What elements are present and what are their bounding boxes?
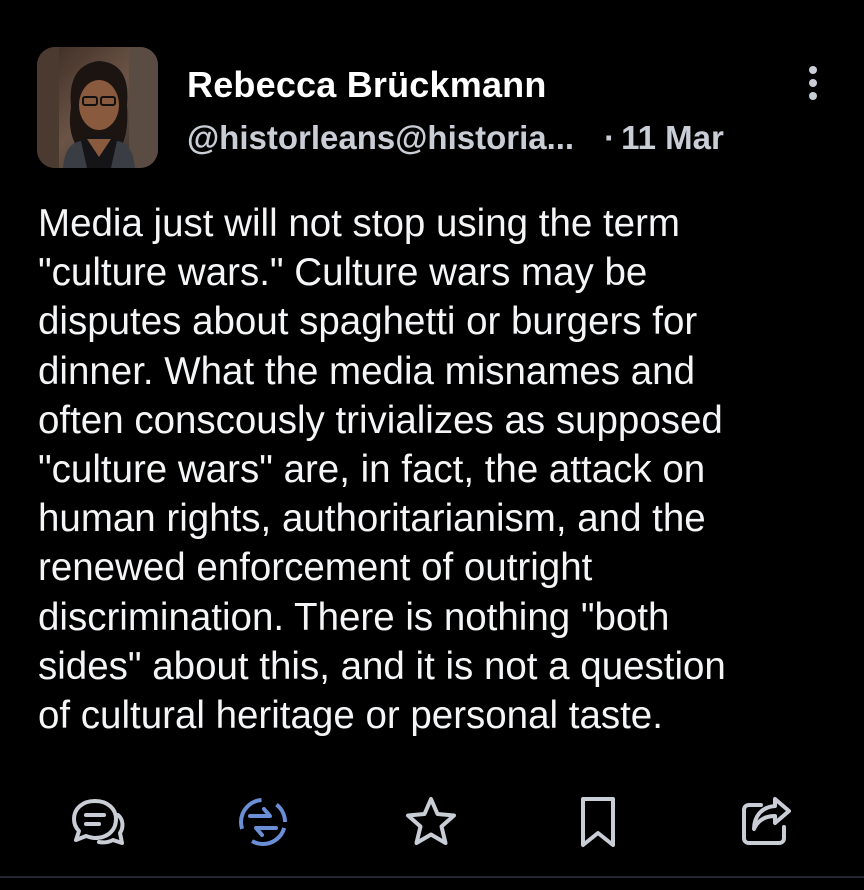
bookmark-icon xyxy=(581,797,615,847)
post-text-line: often conscously trivializes as supposed xyxy=(38,398,723,442)
bookmark-button[interactable] xyxy=(569,793,627,851)
avatar-image xyxy=(37,47,158,168)
post-text-line: human rights, authoritarianism, and the xyxy=(38,497,706,541)
post-text-line: "culture wars" are, in fact, the attack … xyxy=(38,448,706,492)
share-button[interactable] xyxy=(737,793,795,851)
meta-row: @historleans@historia... · 11 Mar xyxy=(187,119,724,157)
post-text-line: disputes about spaghetti or burgers for xyxy=(38,300,698,344)
author-handle[interactable]: @historleans@historia... xyxy=(187,119,574,156)
post-text-line: sides" about this, and it is not a quest… xyxy=(38,644,726,688)
meta-separator: · xyxy=(604,119,616,156)
post-card: Rebecca Brückmann @historleans@historia.… xyxy=(0,0,864,890)
favourite-button[interactable] xyxy=(402,793,460,851)
more-dot-icon xyxy=(809,92,817,100)
post-text-line: "culture wars." Culture wars may be xyxy=(38,251,648,295)
avatar[interactable] xyxy=(37,47,158,168)
more-dot-icon xyxy=(809,79,817,87)
post-timestamp[interactable]: 11 Mar xyxy=(621,119,724,156)
display-name[interactable]: Rebecca Brückmann xyxy=(187,64,547,106)
share-icon xyxy=(742,797,791,845)
boost-button[interactable] xyxy=(234,793,292,851)
post-content: Media just will not stop using the term … xyxy=(38,199,838,740)
reply-icon xyxy=(72,799,125,845)
more-options-button[interactable] xyxy=(796,62,830,102)
bottom-divider xyxy=(0,876,864,878)
reply-button[interactable] xyxy=(68,793,126,851)
post-text-line: discrimination. There is nothing "both xyxy=(38,595,670,639)
post-text-line: renewed enforcement of outright xyxy=(38,546,593,590)
boost-icon xyxy=(239,798,287,846)
more-dot-icon xyxy=(809,66,817,74)
post-text-line: of cultural heritage or personal taste. xyxy=(38,694,663,738)
post-text-line: dinner. What the media misnames and xyxy=(38,349,695,393)
star-icon xyxy=(406,797,456,845)
post-text-line: Media just will not stop using the term xyxy=(38,202,680,245)
